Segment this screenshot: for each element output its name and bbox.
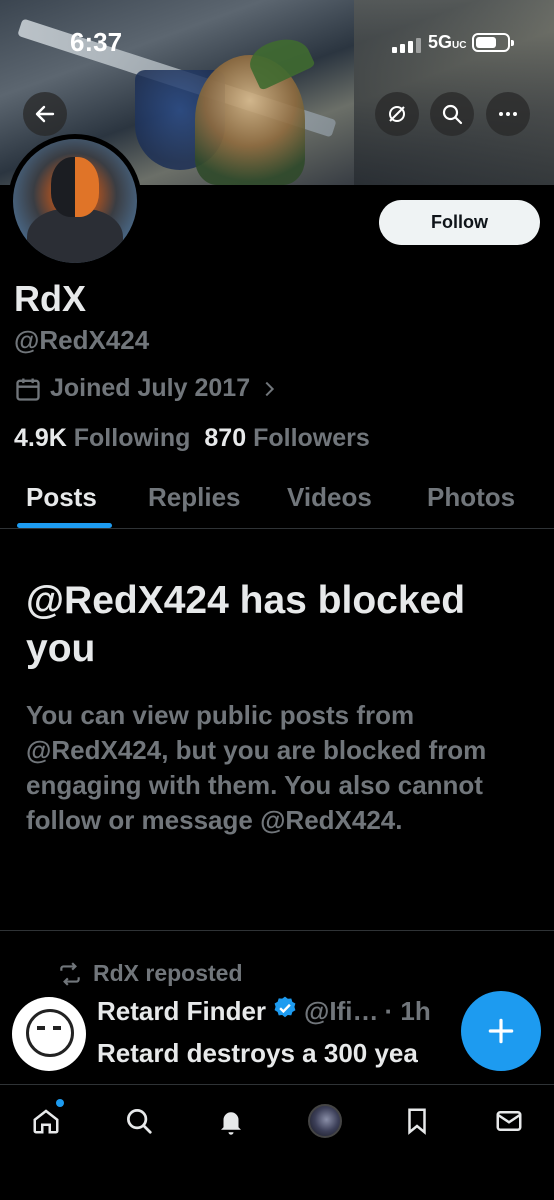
nav-search[interactable]	[119, 1101, 159, 1141]
nav-communities[interactable]	[305, 1101, 345, 1141]
calendar-icon	[16, 378, 40, 401]
compose-button[interactable]	[461, 991, 541, 1071]
status-bar: 6:37 5GUC	[0, 0, 554, 80]
following-label: Following	[73, 424, 191, 452]
home-icon	[33, 1109, 59, 1134]
profile-avatar[interactable]	[8, 134, 142, 268]
tab-replies[interactable]: Replies	[148, 482, 241, 513]
meme-face-icon	[26, 1009, 74, 1057]
verified-badge-icon	[272, 995, 298, 1028]
back-button[interactable]	[23, 92, 67, 136]
followers-label: Followers	[253, 424, 370, 452]
post-time: · 1h	[384, 996, 431, 1026]
post-author-name[interactable]: Retard Finder	[97, 996, 266, 1027]
followers-count: 870	[204, 424, 247, 452]
profile-name: RdX	[14, 278, 86, 319]
tab-photos[interactable]: Photos	[427, 482, 515, 513]
grok-icon	[389, 106, 405, 122]
repost-icon	[60, 961, 80, 986]
post-author-avatar[interactable]	[12, 997, 86, 1071]
tab-posts[interactable]: Posts	[26, 482, 97, 513]
more-icon	[499, 112, 517, 116]
post-header: Retard Finder @Ifi… · 1h	[97, 995, 431, 1028]
nav-home[interactable]	[26, 1099, 66, 1141]
active-tab-indicator	[17, 523, 112, 528]
battery-icon	[472, 33, 514, 52]
nav-notifications[interactable]	[211, 1101, 251, 1141]
profile-handle: @RedX424	[14, 325, 150, 355]
home-notification-dot	[56, 1099, 64, 1107]
nav-messages[interactable]	[489, 1101, 529, 1141]
search-icon	[442, 104, 463, 125]
profile-tabs: Posts Replies Videos Photos	[0, 470, 554, 529]
avatar-image	[13, 139, 137, 263]
chevron-right-icon	[265, 381, 275, 396]
back-arrow-icon	[35, 105, 55, 123]
blocked-description: You can view public posts from @RedX424,…	[26, 700, 487, 835]
communities-avatar	[308, 1104, 342, 1138]
blocked-title: @RedX424 has blocked you	[26, 579, 466, 670]
joined-date[interactable]: Joined July 2017	[14, 374, 280, 403]
plus-icon	[488, 1018, 514, 1044]
signal-icon	[392, 38, 421, 53]
messages-icon	[496, 1111, 522, 1131]
notifications-icon	[221, 1112, 241, 1135]
more-button[interactable]	[486, 92, 530, 136]
repost-label[interactable]: RdX reposted	[57, 960, 243, 987]
search-button[interactable]	[430, 92, 474, 136]
following-link[interactable]: 4.9K Following	[14, 424, 190, 453]
bottom-navigation	[0, 1084, 554, 1200]
nav-bookmarks[interactable]	[397, 1101, 437, 1141]
search-icon	[127, 1109, 152, 1134]
status-time: 6:37	[70, 27, 123, 57]
joined-label: Joined July 2017	[50, 374, 251, 402]
repost-text: RdX reposted	[93, 960, 243, 986]
divider	[0, 930, 554, 931]
bookmarks-icon	[408, 1108, 426, 1135]
network-label: 5GUC	[428, 32, 467, 52]
followers-link[interactable]: 870 Followers	[204, 424, 369, 453]
grok-button[interactable]	[375, 92, 419, 136]
profile-stats: 4.9K Following 870 Followers	[14, 424, 370, 453]
tab-videos[interactable]: Videos	[287, 482, 372, 513]
post-author-handle: @Ifi…	[304, 996, 379, 1026]
follow-button[interactable]: Follow	[379, 200, 540, 245]
following-count: 4.9K	[14, 424, 67, 452]
